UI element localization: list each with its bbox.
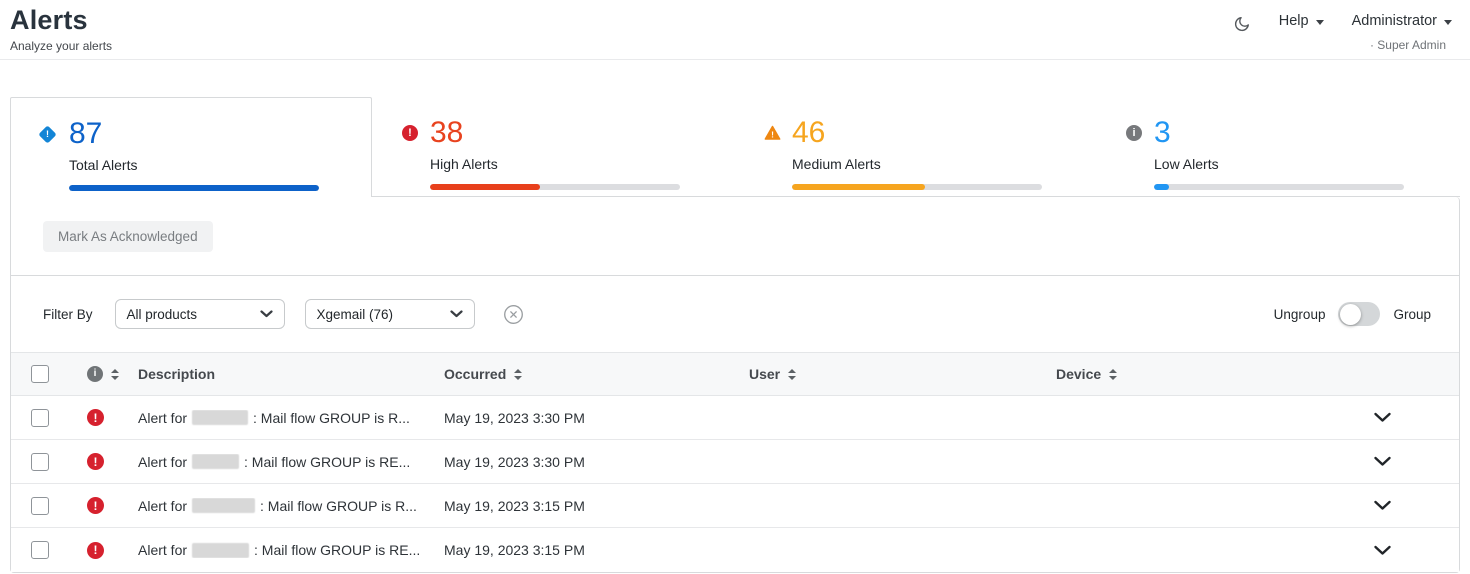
alert-occurred: May 19, 2023 3:15 PM (444, 498, 749, 514)
low-alerts-bar (1154, 184, 1404, 190)
row-checkbox[interactable] (31, 497, 49, 515)
alert-occurred: May 19, 2023 3:30 PM (444, 410, 749, 426)
user-menu[interactable]: Administrator (1352, 13, 1452, 29)
severity-info-icon: i (87, 366, 103, 382)
user-column-header[interactable]: User (749, 366, 1056, 382)
redacted-text (192, 410, 248, 425)
low-alerts-count: 3 (1154, 116, 1171, 150)
page-title: Alerts (10, 5, 112, 36)
svg-text:!: ! (771, 129, 774, 139)
occurred-column-header[interactable]: Occurred (444, 366, 749, 382)
low-severity-info-icon: i (1126, 125, 1142, 141)
product-filter-value: All products (127, 307, 198, 322)
user-role: · Super Admin (1370, 38, 1446, 52)
alert-occurred: May 19, 2023 3:30 PM (444, 454, 749, 470)
filter-by-label: Filter By (43, 307, 93, 322)
alert-stat-tabs: ! 87 Total Alerts ! 38 High Alerts (10, 97, 1460, 197)
dark-mode-moon-icon[interactable] (1233, 15, 1251, 33)
page-subtitle: Analyze your alerts (10, 39, 112, 53)
high-severity-icon: ! (87, 409, 104, 426)
tab-medium-alerts[interactable]: ! 46 Medium Alerts (734, 97, 1096, 197)
expand-row-chevron-icon[interactable] (1306, 412, 1459, 423)
sort-icon (111, 369, 119, 380)
redacted-text (192, 543, 249, 558)
expand-row-chevron-icon[interactable] (1306, 545, 1459, 556)
expand-row-chevron-icon[interactable] (1306, 500, 1459, 511)
high-alerts-count: 38 (430, 116, 463, 150)
medium-alerts-bar (792, 184, 1042, 190)
high-alerts-bar (430, 184, 680, 190)
medium-alerts-count: 46 (792, 116, 825, 150)
group-toggle[interactable] (1338, 302, 1380, 326)
category-filter-select[interactable]: Xgemail (76) (305, 299, 475, 329)
high-severity-icon: ! (87, 542, 104, 559)
mark-as-acknowledged-button[interactable]: Mark As Acknowledged (43, 221, 213, 252)
table-row: ! Alert for : Mail flow GROUP is RE... M… (11, 528, 1459, 572)
tab-total-alerts[interactable]: ! 87 Total Alerts (10, 97, 372, 197)
select-all-checkbox[interactable] (31, 365, 49, 383)
alert-occurred: May 19, 2023 3:15 PM (444, 542, 749, 558)
chevron-down-icon (450, 310, 463, 318)
total-alerts-label: Total Alerts (69, 157, 371, 173)
row-checkbox[interactable] (31, 541, 49, 559)
device-column-header[interactable]: Device (1056, 366, 1306, 382)
row-checkbox[interactable] (31, 409, 49, 427)
alert-description: Alert for : Mail flow GROUP is RE... (138, 454, 444, 470)
table-row: ! Alert for : Mail flow GROUP is R... Ma… (11, 484, 1459, 528)
expand-row-chevron-icon[interactable] (1306, 456, 1459, 467)
table-header: i Description Occurred User Device (11, 352, 1459, 396)
actions-band: Mark As Acknowledged (11, 197, 1459, 276)
tab-high-alerts[interactable]: ! 38 High Alerts (372, 97, 734, 197)
category-filter-value: Xgemail (76) (317, 307, 394, 322)
alert-description: Alert for : Mail flow GROUP is R... (138, 498, 444, 514)
chevron-down-icon (1316, 20, 1324, 25)
severity-column-header[interactable]: i (87, 366, 138, 382)
filter-band: Filter By All products Xgemail (76) Ungr… (11, 276, 1459, 352)
sort-icon (1109, 369, 1117, 380)
description-column-header: Description (138, 366, 444, 382)
redacted-text (192, 454, 239, 469)
table-row: ! Alert for : Mail flow GROUP is RE... M… (11, 440, 1459, 484)
help-menu[interactable]: Help (1279, 13, 1324, 29)
total-alerts-count: 87 (69, 117, 102, 151)
low-alerts-label: Low Alerts (1154, 156, 1460, 172)
clear-filters-icon[interactable] (503, 304, 524, 325)
redacted-text (192, 498, 255, 513)
high-severity-icon: ! (87, 453, 104, 470)
chevron-down-icon (260, 310, 273, 318)
medium-alerts-label: Medium Alerts (792, 156, 1096, 172)
ungroup-label: Ungroup (1274, 307, 1326, 322)
medium-severity-icon: ! (764, 125, 781, 141)
user-menu-label: Administrator (1352, 13, 1437, 29)
high-severity-icon: ! (87, 497, 104, 514)
high-severity-icon: ! (402, 125, 418, 141)
table-row: ! Alert for : Mail flow GROUP is R... Ma… (11, 396, 1459, 440)
group-label: Group (1393, 307, 1431, 322)
high-alerts-label: High Alerts (430, 156, 734, 172)
row-checkbox[interactable] (31, 453, 49, 471)
tab-low-alerts[interactable]: i 3 Low Alerts (1096, 97, 1460, 197)
alerts-panel: Mark As Acknowledged Filter By All produ… (10, 197, 1460, 573)
help-menu-label: Help (1279, 13, 1309, 29)
alert-description: Alert for : Mail flow GROUP is R... (138, 410, 444, 426)
sort-icon (788, 369, 796, 380)
product-filter-select[interactable]: All products (115, 299, 285, 329)
total-alerts-diamond-icon: ! (38, 125, 56, 143)
chevron-down-icon (1444, 20, 1452, 25)
alert-description: Alert for : Mail flow GROUP is RE... (138, 542, 444, 558)
toggle-knob (1340, 304, 1361, 325)
total-alerts-bar (69, 185, 319, 191)
sort-icon (514, 369, 522, 380)
top-bar: Alerts Analyze your alerts Help Administ… (0, 0, 1470, 60)
